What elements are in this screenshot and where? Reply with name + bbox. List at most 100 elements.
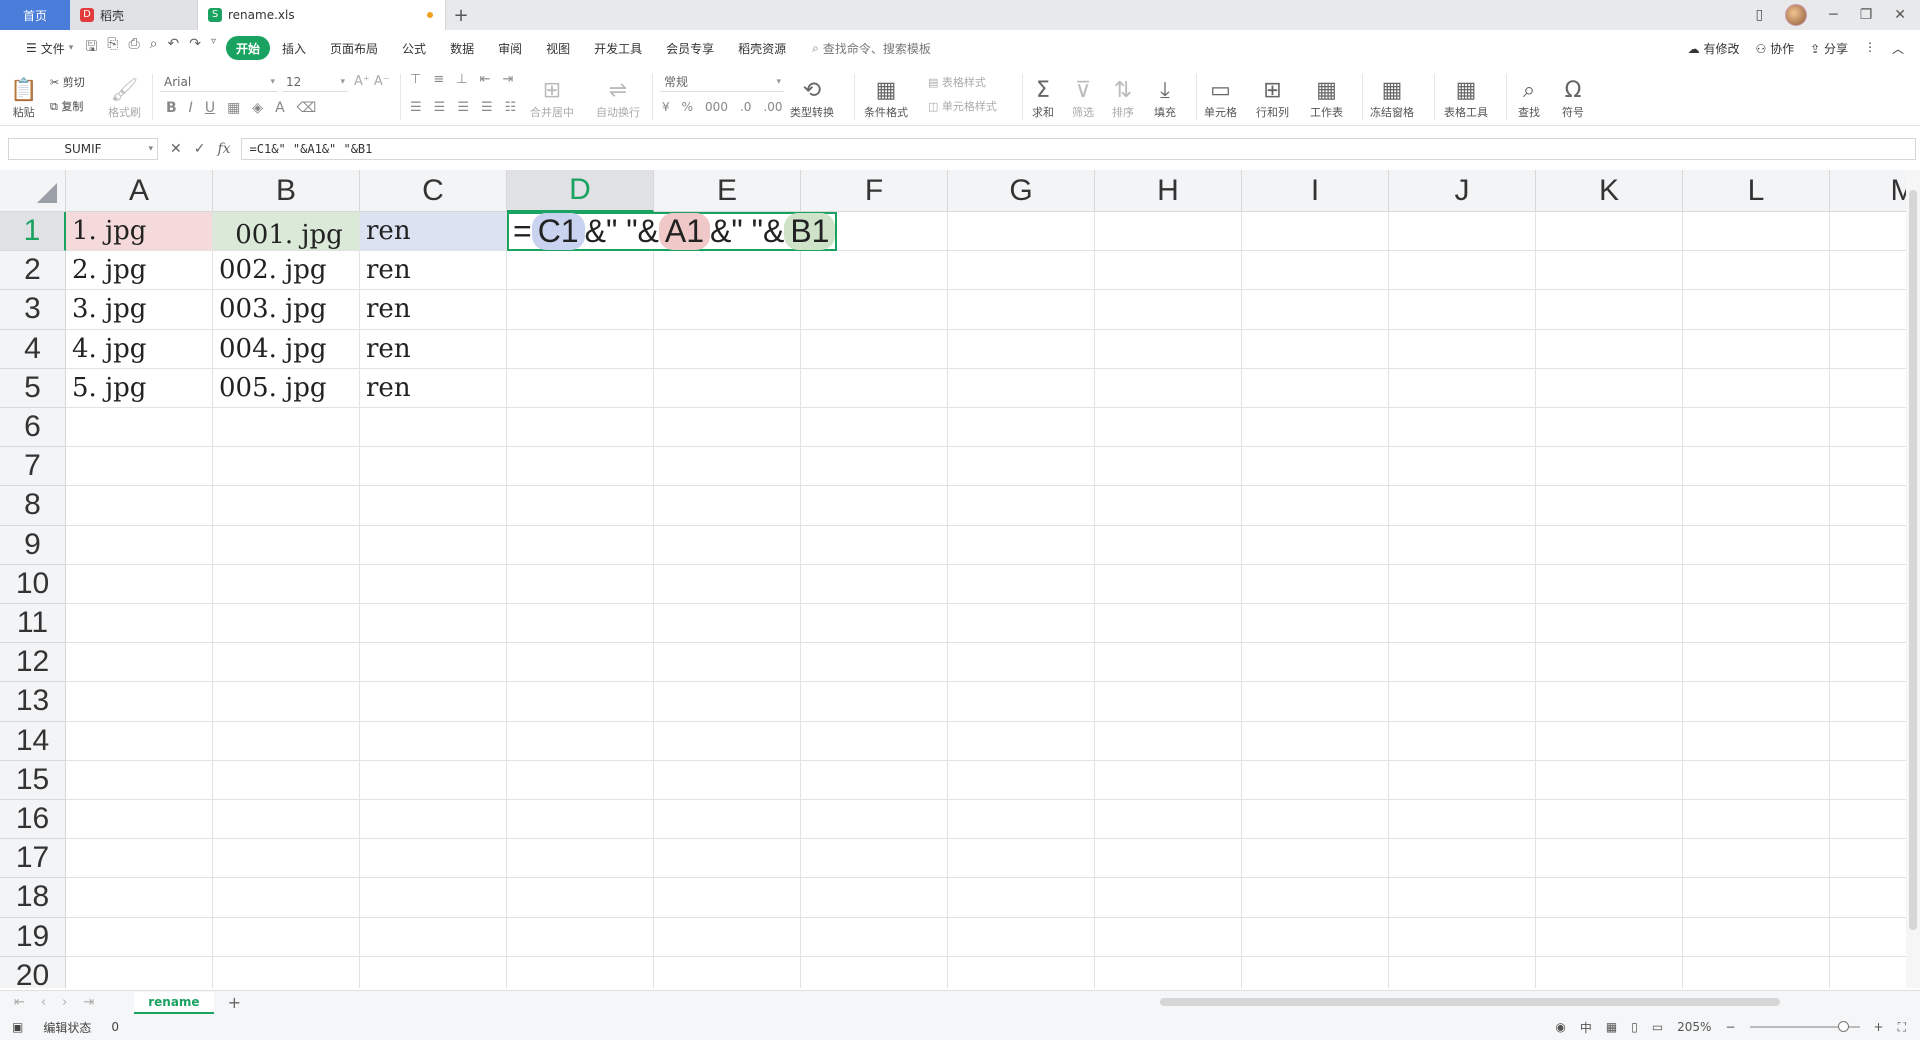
cell-a9[interactable] (66, 525, 213, 565)
cell-j12[interactable] (1389, 643, 1536, 683)
cell-g2[interactable] (948, 251, 1095, 291)
cell-h14[interactable] (1095, 721, 1242, 761)
undo-icon[interactable]: ↶ (168, 36, 180, 60)
cell-h20[interactable] (1095, 956, 1242, 988)
cell-k11[interactable] (1536, 604, 1683, 644)
cell-m4[interactable] (1830, 330, 1906, 369)
cell-g3[interactable] (948, 290, 1095, 330)
cell-l2[interactable] (1683, 251, 1830, 291)
cell-e4[interactable] (654, 329, 801, 369)
cell-l16[interactable] (1683, 800, 1830, 840)
layout-icon[interactable]: ▯ (1756, 7, 1764, 23)
cell-l19[interactable] (1683, 917, 1830, 957)
cell-k20[interactable] (1536, 956, 1683, 988)
cell-l5[interactable] (1683, 368, 1830, 408)
cell-h16[interactable] (1095, 800, 1242, 840)
cell-d13[interactable] (507, 682, 654, 722)
cell-d15[interactable] (507, 760, 654, 800)
cell-j14[interactable] (1389, 721, 1536, 761)
cell-g14[interactable] (948, 721, 1095, 761)
minimize-button[interactable]: ─ (1829, 7, 1837, 23)
cell-j3[interactable] (1389, 290, 1536, 330)
avatar[interactable] (1785, 4, 1808, 26)
cell-k5[interactable] (1536, 368, 1683, 408)
cell-c18[interactable] (360, 878, 507, 918)
cell-a12[interactable] (66, 643, 213, 683)
cell-i18[interactable] (1242, 878, 1389, 918)
cell-m8[interactable] (1830, 486, 1906, 526)
cell-m9[interactable] (1830, 526, 1906, 565)
cell-j8[interactable] (1389, 486, 1536, 526)
cell-k13[interactable] (1536, 682, 1683, 722)
cell-a6[interactable] (66, 408, 213, 448)
cell-b1[interactable]: 001. jpg (213, 212, 360, 252)
cell-k3[interactable] (1536, 290, 1683, 330)
cell-h19[interactable] (1095, 917, 1242, 957)
menu-tab-review[interactable]: 审阅 (486, 36, 534, 60)
cell-e7[interactable] (654, 447, 801, 487)
sheet-tab-rename[interactable]: rename (134, 991, 214, 1014)
cell-c8[interactable] (360, 486, 507, 526)
cell-e11[interactable] (654, 604, 801, 644)
cell-i5[interactable] (1242, 368, 1389, 408)
row-header-12[interactable]: 12 (0, 643, 66, 683)
percent-icon[interactable]: % (682, 100, 693, 114)
cell-j13[interactable] (1389, 682, 1536, 722)
cell-h9[interactable] (1095, 525, 1242, 565)
column-header-l[interactable]: L (1683, 170, 1830, 212)
cell-h18[interactable] (1095, 878, 1242, 918)
cell-d20[interactable] (507, 956, 654, 988)
cell-m18[interactable] (1830, 878, 1906, 918)
cell-c2[interactable]: ren (360, 251, 507, 291)
cell-e3[interactable] (654, 290, 801, 330)
zoom-slider-knob[interactable] (1837, 1021, 1849, 1032)
collaborate-button[interactable]: ⚇ 协作 (1756, 40, 1795, 57)
cell-b13[interactable] (213, 682, 360, 722)
export-icon[interactable]: ⎘ (107, 36, 118, 60)
command-search[interactable]: ⌕ 查找命令、搜索模板 (812, 40, 931, 57)
cell-i20[interactable] (1242, 956, 1389, 988)
cell-c1[interactable]: ren (360, 212, 507, 252)
cell-a18[interactable] (66, 878, 213, 918)
table-tools-button[interactable]: ▦ 表格工具 (1444, 70, 1488, 120)
cell-d14[interactable] (507, 721, 654, 761)
cell-d17[interactable] (507, 839, 654, 879)
symbol-button[interactable]: Ω 符号 (1562, 70, 1584, 120)
cell-m6[interactable] (1830, 408, 1906, 448)
cell-g20[interactable] (948, 956, 1095, 988)
cell-m17[interactable] (1830, 839, 1906, 879)
clear-format-icon[interactable]: ⌫ (297, 100, 317, 116)
more-options-icon[interactable]: ⋮ (1864, 40, 1876, 57)
cell-j4[interactable] (1389, 329, 1536, 369)
cell-k9[interactable] (1536, 525, 1683, 565)
cell-b20[interactable] (213, 956, 360, 988)
cell-i10[interactable] (1242, 564, 1389, 604)
freeze-panes-button[interactable]: ▦ 冻结窗格 (1370, 70, 1414, 120)
cell-a8[interactable] (66, 486, 213, 526)
distribute-icon[interactable]: ☷ (505, 100, 517, 115)
cell-k6[interactable] (1536, 408, 1683, 448)
file-menu[interactable]: ☰ 文件 ▾ (14, 36, 85, 60)
cell-e17[interactable] (654, 839, 801, 879)
cell-h13[interactable] (1095, 682, 1242, 722)
preview-icon[interactable]: ⌕ (150, 36, 158, 60)
indent-decrease-icon[interactable]: ⇤ (480, 72, 491, 87)
cell-f2[interactable] (801, 251, 948, 291)
tab-docer[interactable]: D 稻壳 (70, 0, 198, 30)
cell-i13[interactable] (1242, 682, 1389, 722)
row-col-button[interactable]: ⊞ 行和列 (1256, 70, 1289, 120)
cell-f7[interactable] (801, 447, 948, 487)
cell-c6[interactable] (360, 408, 507, 448)
cell-a20[interactable] (66, 956, 213, 988)
share-button[interactable]: ⇪ 分享 (1810, 40, 1848, 57)
column-header-j[interactable]: J (1389, 170, 1536, 212)
name-box[interactable]: SUMIF ▾ (8, 138, 158, 160)
cell-e14[interactable] (654, 721, 801, 761)
redo-icon[interactable]: ↷ (189, 36, 201, 60)
cell-g13[interactable] (948, 682, 1095, 722)
align-right-icon[interactable]: ☰ (457, 100, 469, 115)
cell-j6[interactable] (1389, 408, 1536, 448)
add-sheet-button[interactable]: + (228, 993, 241, 1012)
row-header-5[interactable]: 5 (0, 368, 66, 408)
cell-m7[interactable] (1830, 447, 1906, 487)
